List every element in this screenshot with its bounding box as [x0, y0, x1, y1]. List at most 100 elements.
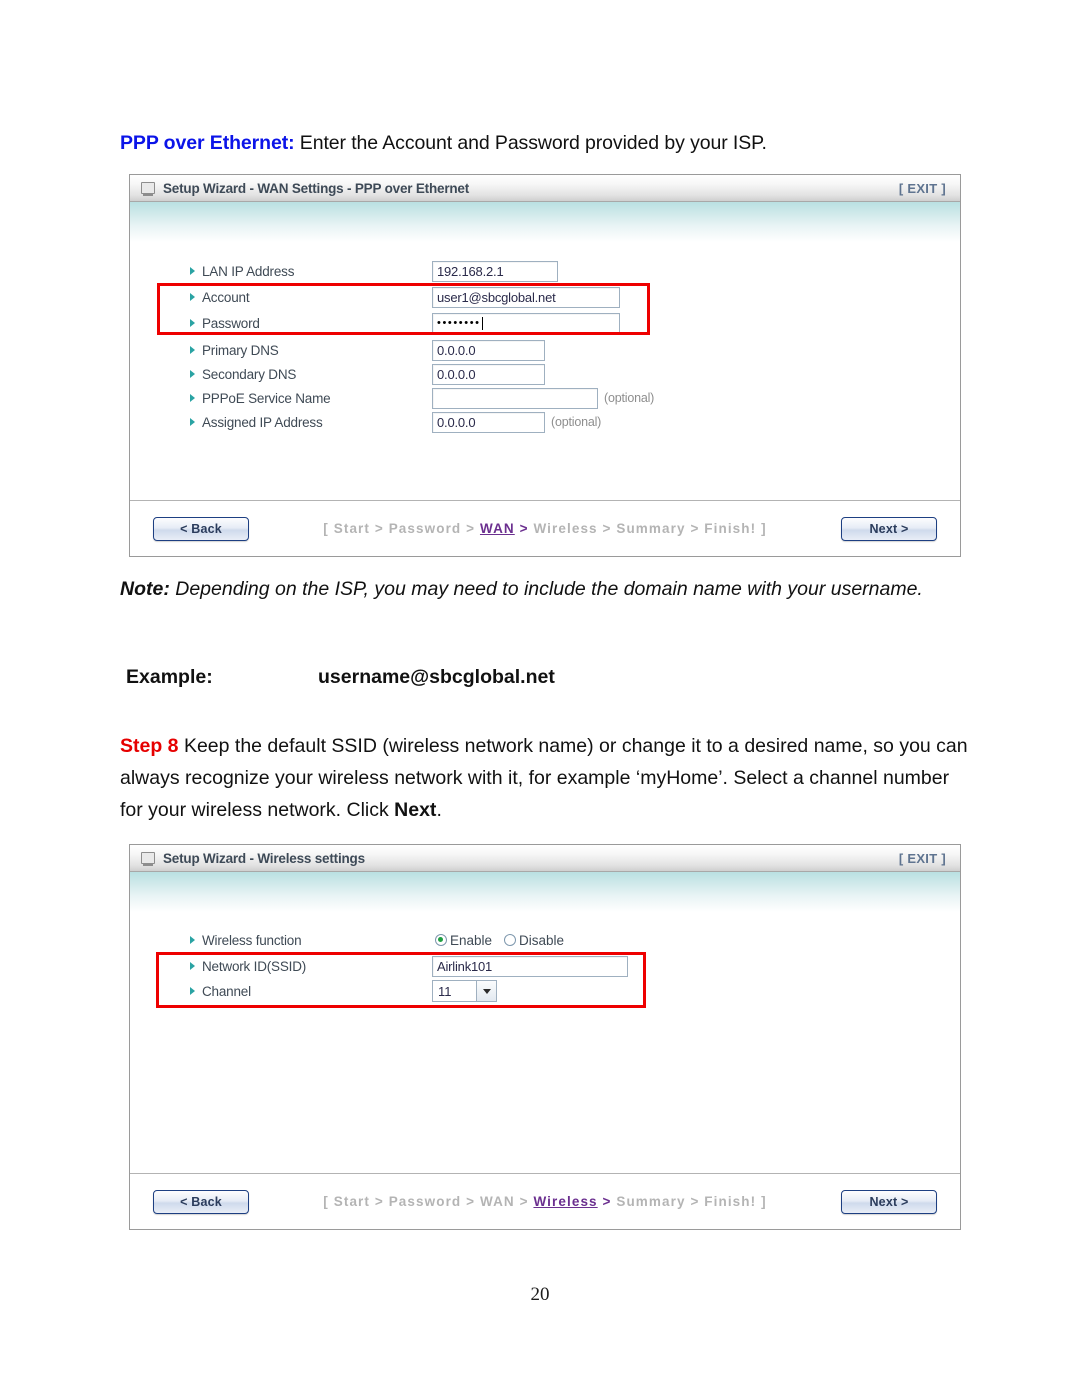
step-emphasis-next: Next [394, 799, 437, 821]
note-lead: Note: [120, 578, 170, 600]
breadcrumb-step[interactable]: Password [389, 521, 462, 536]
bullet-arrow-icon [190, 987, 195, 995]
field-row: Channel 11 [130, 979, 960, 1003]
wireless-panel-titlebar: Setup Wizard - Wireless settings [ EXIT … [130, 845, 960, 872]
field-row: Network ID(SSID) Airlink101 [130, 954, 960, 978]
assigned-ip-input[interactable]: 0.0.0.0 [432, 411, 545, 433]
intro-paragraph: PPP over Ethernet: Enter the Account and… [120, 127, 1000, 159]
breadcrumb-step-active[interactable]: WAN [480, 521, 515, 536]
note-text: Depending on the ISP, you may need to in… [169, 578, 923, 600]
password-label: Password [190, 316, 260, 331]
breadcrumb-step[interactable]: WAN [480, 1194, 515, 1209]
bullet-arrow-icon [190, 394, 195, 402]
text-caret [481, 316, 483, 330]
field-row: Assigned IP Address 0.0.0.0 (optional) [130, 410, 960, 434]
lan-ip-label: LAN IP Address [190, 264, 294, 279]
breadcrumb-step[interactable]: Wireless [533, 521, 597, 536]
field-row: Password •••••••• [130, 311, 960, 335]
assigned-ip-label: Assigned IP Address [190, 415, 323, 430]
channel-control: 11 [432, 980, 497, 1002]
exit-link[interactable]: [ EXIT ] [899, 851, 946, 866]
bullet-arrow-icon [190, 936, 195, 944]
wan-panel-titlebar: Setup Wizard - WAN Settings - PPP over E… [130, 175, 960, 202]
radio-on-icon [435, 934, 447, 946]
assigned-ip-control: 0.0.0.0 (optional) [432, 411, 602, 433]
example-label: Example: [126, 666, 213, 688]
back-button[interactable]: < Back [153, 516, 249, 541]
ssid-control: Airlink101 [432, 955, 628, 977]
primary-dns-input[interactable]: 0.0.0.0 [432, 339, 545, 361]
step-paragraph: Step 8 Keep the default SSID (wireless n… [120, 730, 970, 826]
example-row: Example: username@sbcglobal.net [126, 666, 926, 689]
wireless-panel-title: Setup Wizard - Wireless settings [163, 850, 365, 866]
breadcrumb-step[interactable]: Password [389, 1194, 462, 1209]
note-paragraph: Note: Depending on the ISP, you may need… [120, 572, 960, 606]
lan-ip-input[interactable]: 192.168.2.1 [432, 260, 558, 282]
field-row: Wireless function Enable Disable [130, 928, 960, 952]
breadcrumb-step[interactable]: Summary [616, 1194, 685, 1209]
wan-panel-title: Setup Wizard - WAN Settings - PPP over E… [163, 180, 470, 196]
breadcrumb-step-active[interactable]: Wireless [533, 1194, 597, 1209]
wireless-panel-body: Wireless function Enable Disable Network… [130, 872, 960, 1173]
breadcrumb-step[interactable]: Finish! [704, 1194, 756, 1209]
channel-select[interactable]: 11 [432, 980, 497, 1002]
radio-enable[interactable]: Enable [435, 933, 492, 948]
ssid-input[interactable]: Airlink101 [432, 955, 628, 977]
field-row: LAN IP Address 192.168.2.1 [130, 259, 960, 283]
breadcrumb: [ Start > Password > WAN > Wireless > Su… [323, 1194, 767, 1209]
pppoe-optional-note: (optional) [604, 391, 655, 405]
page-number: 20 [530, 1284, 550, 1305]
password-input[interactable]: •••••••• [432, 312, 620, 334]
pppoe-service-name-label: PPPoE Service Name [190, 391, 331, 406]
pppoe-service-name-control: (optional) [432, 387, 655, 409]
screen-icon [141, 852, 155, 866]
breadcrumb-step[interactable]: Finish! [704, 521, 756, 536]
field-row: Secondary DNS 0.0.0.0 [130, 362, 960, 386]
radio-off-icon [504, 934, 517, 946]
radio-disable[interactable]: Disable [504, 933, 564, 948]
ssid-label: Network ID(SSID) [190, 959, 306, 974]
secondary-dns-control: 0.0.0.0 [432, 363, 545, 385]
secondary-dns-input[interactable]: 0.0.0.0 [432, 363, 545, 385]
intro-rest: Enter the Account and Password provided … [294, 132, 767, 154]
bullet-arrow-icon [190, 962, 195, 970]
lan-ip-control: 192.168.2.1 [432, 260, 558, 282]
bullet-arrow-icon [190, 267, 195, 275]
channel-label: Channel [190, 984, 251, 999]
field-row: Primary DNS 0.0.0.0 [130, 338, 960, 362]
screen-icon [141, 182, 155, 196]
bullet-arrow-icon [190, 370, 195, 378]
back-button[interactable]: < Back [153, 1189, 249, 1214]
breadcrumb: [ Start > Password > WAN > Wireless > Su… [323, 521, 767, 536]
wireless-function-control: Enable Disable [435, 933, 576, 948]
next-button[interactable]: Next > [841, 1189, 937, 1214]
next-button[interactable]: Next > [841, 516, 937, 541]
account-control: user1@sbcglobal.net [432, 286, 620, 308]
bullet-arrow-icon [190, 418, 195, 426]
secondary-dns-label: Secondary DNS [190, 367, 296, 382]
field-row: Account user1@sbcglobal.net [130, 285, 960, 309]
exit-link[interactable]: [ EXIT ] [899, 181, 946, 196]
field-row: PPPoE Service Name (optional) [130, 386, 960, 410]
assigned-ip-optional-note: (optional) [551, 415, 602, 429]
password-control: •••••••• [432, 312, 620, 334]
wan-panel-body: LAN IP Address 192.168.2.1 Account user1… [130, 202, 960, 500]
account-input[interactable]: user1@sbcglobal.net [432, 286, 620, 308]
example-value: username@sbcglobal.net [318, 666, 555, 688]
wireless-settings-panel: Setup Wizard - Wireless settings [ EXIT … [129, 844, 961, 1230]
step-number: Step 8 [120, 735, 179, 757]
pppoe-service-name-input[interactable] [432, 387, 598, 409]
breadcrumb-step[interactable]: Start [334, 521, 370, 536]
step-text-part2: . [436, 799, 442, 821]
breadcrumb-step[interactable]: Start [334, 1194, 370, 1209]
primary-dns-control: 0.0.0.0 [432, 339, 545, 361]
bullet-arrow-icon [190, 346, 195, 354]
password-mask: •••••••• [437, 317, 481, 329]
intro-lead: PPP over Ethernet: [120, 132, 295, 154]
wan-panel-footer: < Back [ Start > Password > WAN > Wirele… [130, 500, 960, 556]
bullet-arrow-icon [190, 293, 195, 301]
bullet-arrow-icon [190, 319, 195, 327]
step-text-part1: Keep the default SSID (wireless network … [120, 735, 968, 821]
chevron-down-icon[interactable] [476, 980, 497, 1002]
breadcrumb-step[interactable]: Summary [616, 521, 685, 536]
